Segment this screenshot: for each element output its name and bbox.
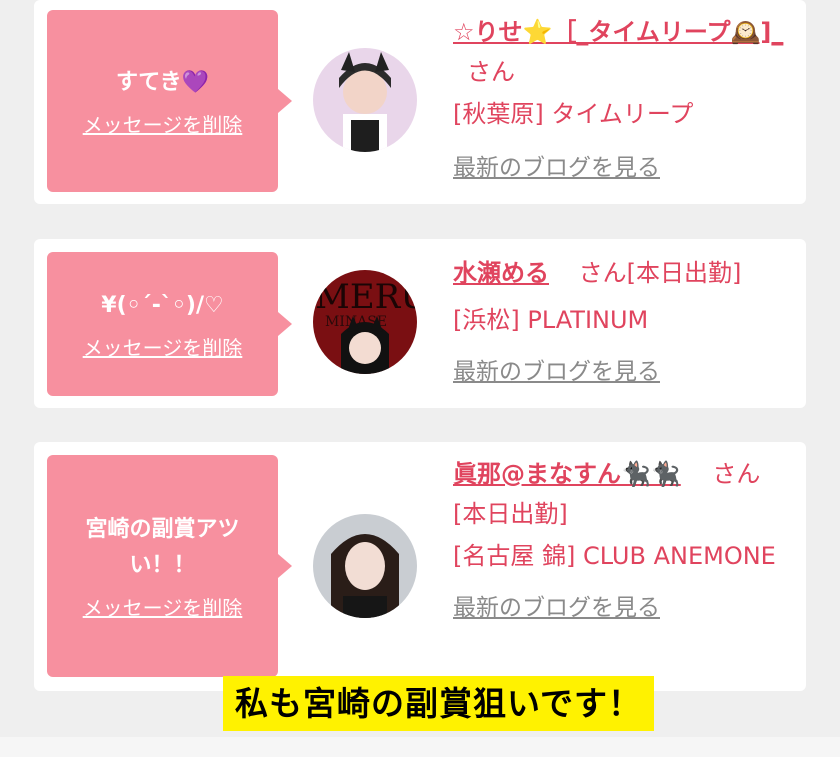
message-card: ¥(◦´-`◦)/♡ メッセージを削除 MERU MINASE 水瀬める さん[… — [34, 239, 806, 408]
svg-text:MERU: MERU — [315, 277, 417, 317]
honorific: さん — [712, 460, 761, 488]
latest-blog-link[interactable]: 最新のブログを見る — [453, 588, 793, 628]
message-text: すてき💜 — [116, 69, 209, 95]
shop-name: [浜松] PLATINUM — [453, 306, 649, 334]
message-text: 宮崎の副賞アツい！！ — [85, 516, 240, 578]
avatar[interactable] — [313, 48, 417, 152]
message-text: ¥(◦´-`◦)/♡ — [101, 292, 224, 318]
latest-blog-link[interactable]: 最新のブログを見る — [453, 148, 793, 188]
cast-info: ☆りせ⭐️［_タイムリープ🕰️]_ さん [秋葉原] タイムリープ 最新のブログ… — [453, 12, 793, 188]
cast-name-link[interactable]: 水瀬める — [453, 259, 549, 287]
latest-blog-link[interactable]: 最新のブログを見る — [453, 352, 793, 392]
bottom-strip — [0, 737, 840, 757]
message-bubble: すてき💜 メッセージを削除 — [47, 10, 292, 192]
delete-message-link[interactable]: メッセージを削除 — [83, 109, 243, 138]
cast-name-link[interactable]: 眞那@まなすん🐈‍⬛🐈‍⬛ — [453, 460, 681, 488]
cast-info: 水瀬める さん[本日出勤] [浜松] PLATINUM 最新のブログを見る — [453, 253, 793, 392]
delete-message-link[interactable]: メッセージを削除 — [83, 592, 243, 621]
message-card: すてき💜 メッセージを削除 ☆りせ⭐️［_タイムリープ🕰️]_ さん [秋葉原]… — [34, 0, 806, 204]
avatar[interactable]: MERU MINASE — [313, 270, 417, 374]
honorific: さん — [578, 259, 627, 287]
attendance-badge: [本日出勤] — [453, 500, 568, 528]
attendance-badge: [本日出勤] — [626, 259, 742, 287]
delete-message-link[interactable]: メッセージを削除 — [83, 332, 243, 361]
video-caption: 私も宮崎の副賞狙いです！ — [223, 676, 655, 731]
message-card: 宮崎の副賞アツい！！ メッセージを削除 眞那@まなすん🐈‍⬛🐈‍⬛ さん [本日出… — [34, 442, 806, 691]
shop-name: [秋葉原] タイムリープ — [453, 100, 694, 128]
message-bubble: ¥(◦´-`◦)/♡ メッセージを削除 — [47, 252, 292, 396]
message-bubble: 宮崎の副賞アツい！！ メッセージを削除 — [47, 455, 292, 677]
shop-name: [名古屋 錦] CLUB ANEMONE — [453, 542, 776, 570]
avatar[interactable] — [313, 514, 417, 618]
honorific: さん — [467, 58, 515, 86]
cast-info: 眞那@まなすん🐈‍⬛🐈‍⬛ さん [本日出勤] [名古屋 錦] CLUB ANEM… — [453, 454, 793, 628]
cast-name-link[interactable]: ☆りせ⭐️［_タイムリープ🕰️]_ — [453, 18, 783, 46]
